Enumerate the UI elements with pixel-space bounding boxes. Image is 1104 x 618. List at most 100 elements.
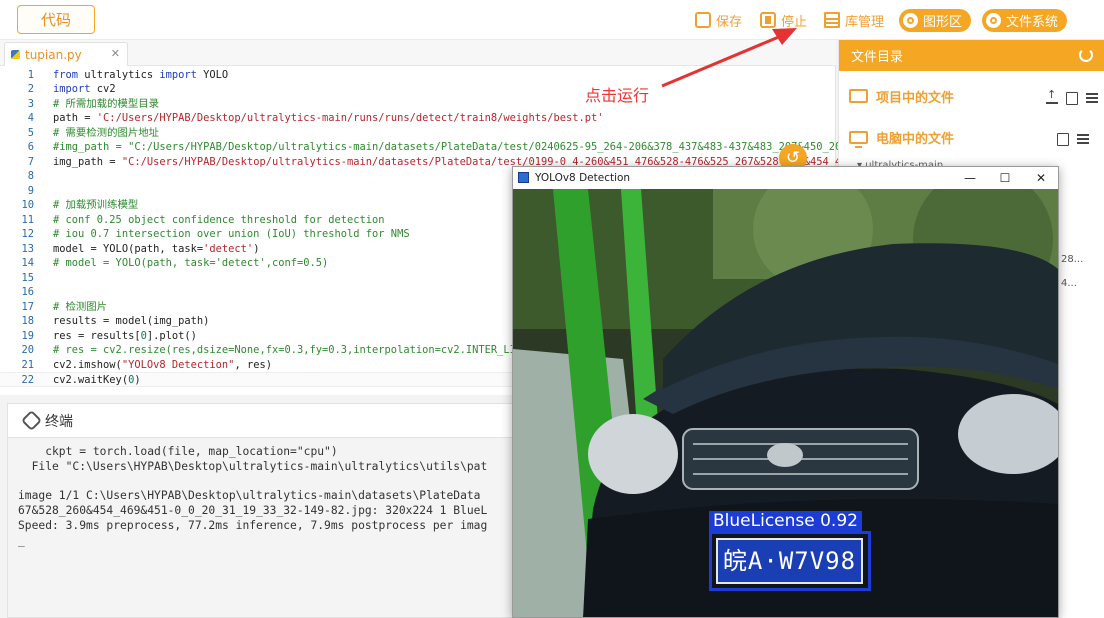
minimize-icon[interactable]: — [960,170,980,186]
code-text: res = results[0].plot() [53,329,197,344]
code-token: import [159,68,197,81]
terminal-title: 终端 [45,413,73,430]
new-file-icon[interactable] [1066,91,1078,105]
code-token: res = results[ [53,329,141,342]
refresh-icon[interactable] [1079,48,1093,62]
save-label: 保存 [716,14,743,30]
line-number: 13 [21,242,34,255]
line-number: 21 [21,358,34,371]
new-file-icon[interactable] [1057,132,1069,146]
window-titlebar[interactable]: YOLOv8 Detection — ☐ ✕ [513,167,1058,189]
code-line[interactable]: 4 path = 'C:/Users/HYPAB/Desktop/ultralyt… [0,111,836,126]
code-line[interactable]: 2 import cv2 [0,82,836,97]
library-label: 库管理 [845,14,885,30]
tree-item-fragment[interactable]: 28... [1061,254,1083,265]
code-token: path = [53,112,97,124]
file-tab[interactable]: tupian.py ✕ [4,42,128,66]
project-files-section[interactable]: 项目中的文件 [849,85,954,107]
save-icon [695,12,711,28]
code-text: model = YOLO(path, task='detect') [53,242,259,257]
stop-label: 停止 [781,14,808,30]
code-token: # conf 0.25 object confidence threshold … [53,213,385,226]
code-token: # res = cv2.resize(res,dsize=None,fx=0.3… [53,344,548,356]
code-text: # 所需加载的模型目录 [53,97,159,112]
line-number: 12 [21,228,34,240]
code-line[interactable]: 5 # 需要检测的图片地址 [0,126,836,141]
code-tab[interactable]: 代码 [17,5,95,34]
line-number: 5 [27,126,34,139]
code-token: # iou 0.7 intersection over union (IoU) … [53,228,410,240]
line-number: 2 [27,83,34,95]
graphics-button[interactable]: 图形区 [899,9,972,32]
code-token: results = model(img_path) [53,315,210,327]
close-tab-icon[interactable]: ✕ [111,47,120,60]
computer-files-section[interactable]: 电脑中的文件 [849,126,954,148]
line-number: 14 [21,257,34,269]
upload-icon[interactable] [1046,88,1058,104]
detection-label: BlueLicense 0.92 [709,511,862,531]
code-token: from [53,68,79,81]
computer-files-tools [1057,131,1089,147]
line-number: 9 [27,184,34,197]
code-token: #img_path = "C:/Users/HYPAB/Desktop/ultr… [53,141,886,153]
app-icon [518,172,529,183]
code-line[interactable]: 3 # 所需加载的模型目录 [0,97,836,112]
line-number: 17 [21,300,34,313]
code-text: results = model(img_path) [53,314,209,329]
file-tab-label: tupian.py [25,47,82,62]
terminal-line: ckpt = torch.load(file, map_location="cp… [18,445,338,458]
code-text: # iou 0.7 intersection over union (IoU) … [53,227,410,242]
code-text: # 加载预训练模型 [53,198,138,213]
menu-icon[interactable] [1086,93,1098,103]
code-token: # 需要检测的图片地址 [53,126,160,139]
code-token: import [53,83,91,95]
tree-item-fragment[interactable]: 4... [1061,278,1077,289]
terminal-line: image 1/1 C:\Users\HYPAB\Desktop\ultraly… [18,489,481,503]
filesystem-icon [986,13,1001,28]
code-line[interactable]: 1 from ultralytics import YOLO [0,68,836,83]
code-text: # model = YOLO(path, task='detect',conf=… [53,256,328,271]
terminal-line: 67&528_260&454_469&451-0_0_20_31_19_33_3… [18,504,488,518]
code-text: from ultralytics import YOLO [53,68,228,83]
code-token: YOLO [196,68,229,81]
code-token: "YOLOv8 Detection" [121,358,235,371]
code-text: cv2.waitKey(0) [53,373,141,388]
code-token: ) [253,242,260,255]
code-token: # 加载预训练模型 [53,199,139,211]
menu-icon[interactable] [1077,134,1089,144]
maximize-icon[interactable]: ☐ [995,170,1015,186]
line-number: 7 [27,155,34,168]
code-token: cv2 [90,83,116,95]
link-icon [20,409,43,432]
code-text: #img_path = "C:/Users/HYPAB/Desktop/ultr… [53,140,885,155]
annotation-label: 点击运行 [585,86,650,105]
terminal-line: File "C:\Users\HYPAB\Desktop\ultralytics… [18,459,488,473]
filesystem-button[interactable]: 文件系统 [982,9,1068,32]
license-plate: 皖A·W7V98 [716,538,863,584]
yolo-detection-window: YOLOv8 Detection — ☐ ✕ BlueLicense 0.92 [512,166,1059,618]
library-icon [824,12,840,28]
run-icon: ↺ [785,148,801,168]
save-button[interactable]: 保存 [695,8,742,32]
line-number: 15 [21,271,34,284]
code-text: # 检测图片 [53,300,107,315]
terminal-line: _ [18,533,25,547]
line-number: 8 [27,170,34,182]
graphics-label: 图形区 [923,15,963,30]
terminal-line: Speed: 3.9ms preprocess, 77.2ms inferenc… [18,519,488,532]
stop-icon [760,12,776,28]
line-number: 22 [21,374,34,386]
code-token: ) [134,374,141,386]
code-token: cv2.imshow( [53,358,122,371]
code-line[interactable]: 6 #img_path = "C:/Users/HYPAB/Desktop/ult… [0,140,885,155]
library-button[interactable]: 库管理 [824,8,884,32]
graphics-icon [903,13,918,28]
line-number: 6 [27,141,34,153]
stop-button[interactable]: 停止 [760,8,807,32]
close-icon[interactable]: ✕ [1031,170,1051,186]
editor-tab-row: tupian.py ✕ [0,40,836,66]
filesystem-label: 文件系统 [1006,15,1059,30]
code-token: # 检测图片 [53,300,108,313]
top-toolbar: 代码 保存 停止 库管理 图形区 文件系统 [0,0,1104,40]
folder-icon [849,89,868,103]
